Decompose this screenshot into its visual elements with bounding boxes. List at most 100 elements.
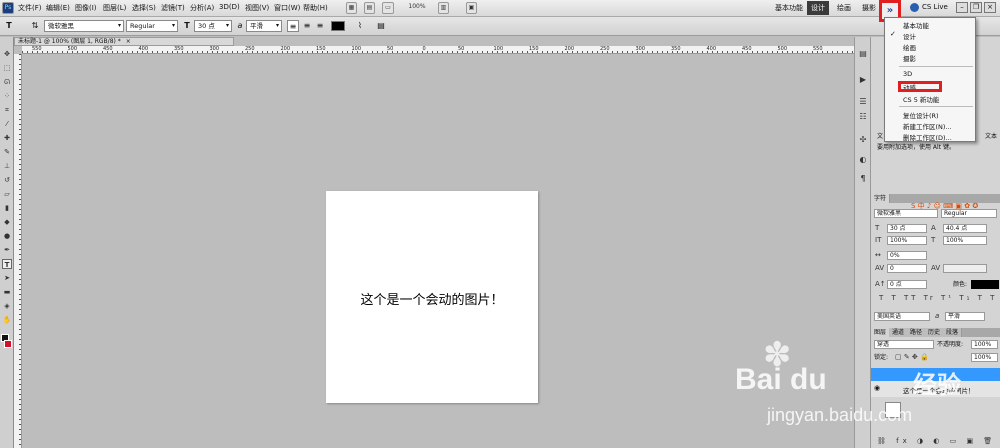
document-tab[interactable]: 未标题-1 @ 100% (图层 1, RGB/8) * × — [14, 37, 234, 46]
character-panel-icon[interactable]: ▤ — [375, 20, 387, 32]
char-font-size[interactable]: 30 点 — [887, 224, 927, 233]
text-style-buttons[interactable]: T T TT Tr T¹ T₁ T T — [879, 294, 997, 303]
stamp-tool-icon[interactable]: ⊥ — [2, 161, 12, 171]
menu-edit[interactable]: 编辑(E) — [46, 3, 70, 13]
brush-tool-icon[interactable]: ✎ — [2, 147, 12, 157]
eraser-tool-icon[interactable]: ▱ — [2, 189, 12, 199]
brush-presets-icon[interactable]: ✣ — [858, 135, 868, 145]
menu-help[interactable]: 帮助(H) — [303, 3, 328, 13]
align-right-icon[interactable]: ≡ — [314, 20, 326, 32]
align-left-icon[interactable]: ≡ — [287, 20, 299, 32]
horizontal-ruler[interactable]: 550 500 450 400 350 300 250 200 150 100 50 0 50 100 15… — [22, 46, 854, 54]
layer-opacity[interactable]: 100% — [971, 340, 998, 349]
char-antialias[interactable]: 平滑 — [945, 312, 985, 321]
dropdown-item-photo[interactable]: 摄影 — [903, 53, 916, 63]
align-center-icon[interactable]: ≡ — [301, 20, 313, 32]
workspace-design[interactable]: 设计 — [807, 1, 829, 15]
app-icon[interactable]: Ps — [2, 2, 14, 14]
close-icon[interactable]: × — [126, 38, 131, 45]
gradient-tool-icon[interactable]: ▮ — [2, 203, 12, 213]
type-tool-icon[interactable]: T — [4, 20, 14, 32]
move-tool-icon[interactable]: ✥ — [2, 49, 12, 59]
canvas-text-layer[interactable]: 这个是一个会动的图片！ — [326, 289, 538, 308]
char-horizontal-scale[interactable]: 100% — [943, 236, 987, 245]
char-tracking-pct[interactable]: 0% — [887, 251, 927, 260]
paragraph-icon[interactable]: ¶ — [858, 174, 868, 184]
cs-live-icon[interactable] — [910, 3, 919, 12]
dropdown-item-basic[interactable]: 基本功能 — [903, 20, 929, 30]
background-color-swatch[interactable] — [4, 340, 12, 348]
dropdown-item-new-workspace[interactable]: 新建工作区(N)... — [903, 121, 952, 131]
workspace-photo[interactable]: 摄影 — [862, 3, 876, 13]
dropdown-item-delete-workspace[interactable]: 删除工作区(D)... — [903, 132, 952, 142]
history-icon[interactable]: ▤ — [858, 49, 868, 59]
quick-select-tool-icon[interactable]: ⁘ — [2, 91, 12, 101]
close-icon[interactable]: × — [984, 2, 996, 13]
menu-image[interactable]: 图像(I) — [75, 3, 97, 13]
menu-filter[interactable]: 滤镜(T) — [161, 3, 185, 13]
healing-tool-icon[interactable]: ✚ — [2, 133, 12, 143]
char-kerning[interactable]: 0 — [887, 264, 927, 273]
shape-tool-icon[interactable]: ▬ — [2, 287, 12, 297]
menu-select[interactable]: 选择(S) — [132, 3, 156, 13]
cs-live-button[interactable]: CS Live — [922, 3, 948, 11]
path-select-tool-icon[interactable]: ➤ — [2, 273, 12, 283]
clone-source-icon[interactable]: ◐ — [858, 155, 868, 165]
minibridge-icon[interactable]: ▤ — [364, 2, 375, 14]
menu-file[interactable]: 文件(F) — [18, 3, 42, 13]
zoom-level[interactable]: 100% — [404, 2, 430, 14]
menu-view[interactable]: 视图(V) — [245, 3, 269, 13]
arrange-icon[interactable]: ▥ — [438, 2, 449, 14]
dropdown-item-3d[interactable]: 3D — [903, 70, 912, 78]
marquee-tool-icon[interactable]: ⬚ — [2, 63, 12, 73]
font-family-value: 微软雅黑 — [48, 22, 74, 30]
char-leading[interactable]: 40.4 点 — [943, 224, 987, 233]
blur-tool-icon[interactable]: ◆ — [2, 217, 12, 227]
char-color-swatch[interactable] — [971, 280, 999, 289]
extras-icon[interactable]: ▭ — [382, 2, 394, 14]
dropdown-item-cs5-new[interactable]: CS 5 新功能 — [903, 94, 939, 104]
warp-text-icon[interactable]: ⌇ — [354, 20, 366, 32]
dropdown-item-paint[interactable]: 绘画 — [903, 42, 916, 52]
hand-tool-icon[interactable]: ✋ — [2, 315, 12, 325]
char-baseline-shift[interactable]: 0 点 — [887, 280, 927, 289]
menu-layer[interactable]: 图层(L) — [103, 3, 126, 13]
type-tool-icon[interactable]: T — [2, 259, 12, 269]
styles-icon[interactable]: ☷ — [858, 112, 868, 122]
workspace-paint[interactable]: 绘画 — [837, 3, 851, 13]
vertical-ruler[interactable] — [14, 54, 22, 448]
text-color-swatch[interactable] — [331, 21, 345, 31]
history-brush-tool-icon[interactable]: ↺ — [2, 175, 12, 185]
menu-3d[interactable]: 3D(D) — [219, 3, 240, 11]
minimize-icon[interactable]: – — [956, 2, 968, 13]
dropdown-item-design[interactable]: 设计 — [903, 31, 916, 41]
layer-fill[interactable]: 100% — [971, 353, 998, 362]
adjustments-icon[interactable]: ☰ — [858, 97, 868, 107]
menu-analysis[interactable]: 分析(A) — [190, 3, 214, 13]
font-size-select[interactable]: 30 点 ▾ — [194, 20, 232, 32]
bridge-icon[interactable]: ▦ — [346, 2, 357, 14]
crop-tool-icon[interactable]: ⌗ — [2, 105, 12, 115]
eyedropper-tool-icon[interactable]: ⁄ — [2, 119, 12, 129]
3d-tool-icon[interactable]: ◈ — [2, 301, 12, 311]
menu-window[interactable]: 窗口(W) — [274, 3, 300, 13]
char-font-style[interactable]: Regular — [941, 209, 997, 218]
orientation-icon[interactable]: ⇅ — [30, 20, 40, 32]
font-style-select[interactable]: Regular ▾ — [126, 20, 178, 32]
screen-mode-icon[interactable]: ▣ — [466, 2, 477, 14]
dodge-tool-icon[interactable]: ● — [2, 231, 12, 241]
font-family-select[interactable]: 微软雅黑 ▾ — [44, 20, 124, 32]
restore-icon[interactable]: ❐ — [970, 2, 982, 13]
workspace-basic[interactable]: 基本功能 — [775, 3, 803, 13]
dropdown-item-reset[interactable]: 复位设计(R) — [903, 110, 939, 120]
tab-character[interactable]: 字符 — [871, 194, 891, 203]
char-vertical-scale[interactable]: 100% — [887, 236, 927, 245]
antialias-select[interactable]: 平滑 ▾ — [246, 20, 282, 32]
char-font-family[interactable]: 微软雅黑 — [874, 209, 938, 218]
lasso-tool-icon[interactable]: ᘏ — [2, 77, 12, 87]
document-canvas[interactable]: 这个是一个会动的图片！ — [326, 191, 538, 403]
actions-icon[interactable]: ▶ — [858, 75, 868, 85]
pen-tool-icon[interactable]: ✒ — [2, 245, 12, 255]
char-language[interactable]: 美国英语 — [874, 312, 930, 321]
char-tracking[interactable] — [943, 264, 987, 273]
